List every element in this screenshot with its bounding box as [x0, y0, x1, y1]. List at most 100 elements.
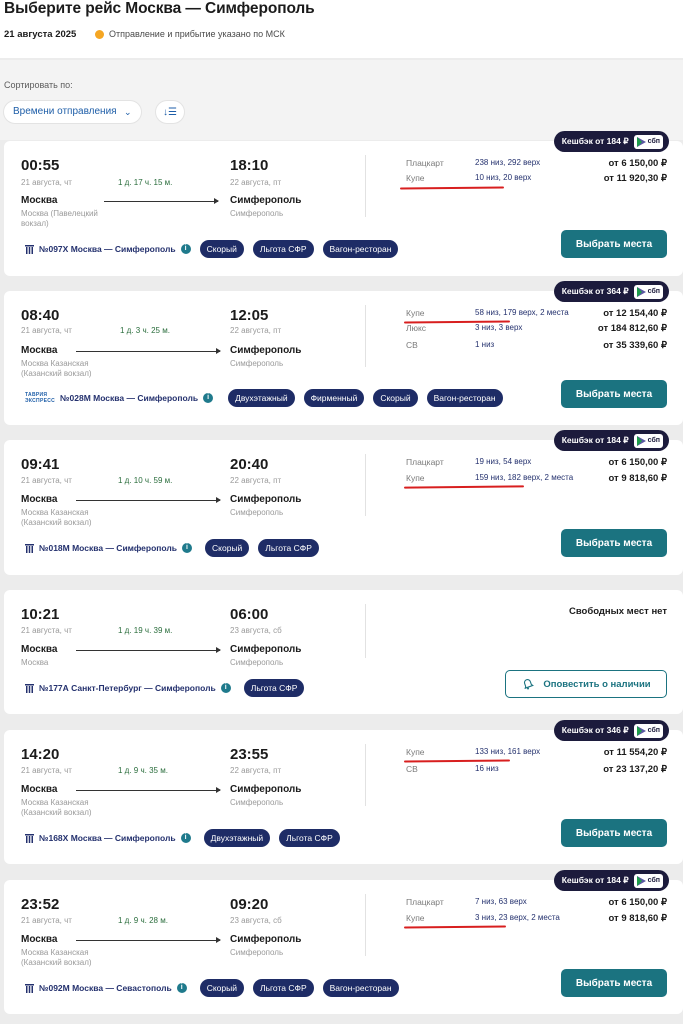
from-city: Москва [21, 494, 58, 505]
seat-price[interactable]: от 11 920,30 ₽ [604, 173, 667, 184]
sbp-logo-icon: сбп [633, 134, 663, 149]
info-icon[interactable]: i [220, 683, 231, 693]
timezone-note: Отправление и прибытие указано по МСК [95, 29, 285, 39]
sort-select[interactable]: Времени отправления ⌄ [4, 101, 141, 123]
to-city: Симферополь [230, 494, 302, 505]
arrival-date: 22 августа, пт [230, 178, 282, 187]
tag-badge: Вагон-ресторан [322, 979, 399, 997]
seat-price[interactable]: от 6 150,00 ₽ [608, 158, 667, 169]
tag-badge: Двухэтажный [203, 829, 271, 847]
seat-price[interactable]: от 9 818,60 ₽ [608, 473, 667, 484]
highlight-underline [403, 925, 507, 929]
train-number[interactable]: №097Х Москва — Симферополь [39, 244, 176, 254]
to-station: Симферополь [230, 508, 284, 517]
tag-badge: Льгота СФР [253, 979, 314, 997]
notify-availability-button[interactable]: Оповестить о наличии [505, 670, 667, 698]
departure-time: 09:41 [21, 456, 60, 473]
notify-label: Оповестить о наличии [543, 678, 651, 690]
seat-class-label[interactable]: Купе [406, 173, 425, 183]
chevron-down-icon: ⌄ [124, 107, 132, 117]
arrival-time: 23:55 [230, 746, 269, 763]
to-city: Симферополь [230, 345, 302, 356]
seat-availability: 3 низ, 3 верх [475, 323, 523, 332]
info-icon[interactable]: i [182, 543, 193, 553]
to-station: Симферополь [230, 798, 284, 807]
from-station: Москва Казанская (Казанский вокзал) [21, 948, 92, 967]
travel-duration: 1 д. 19 ч. 39 м. [118, 626, 173, 635]
train-number[interactable]: №028М Москва — Симферополь [60, 393, 198, 403]
seat-price[interactable]: от 6 150,00 ₽ [608, 457, 667, 468]
train-card: 10:21 21 августа, чт 1 д. 19 ч. 39 м. 06… [4, 590, 683, 714]
train-number[interactable]: №018М Москва — Симферополь [39, 543, 177, 553]
arrival-time: 12:05 [230, 307, 269, 324]
seat-class-label[interactable]: Люкс [406, 323, 426, 333]
tag-badge: Льгота СФР [252, 240, 314, 258]
arrival-time: 09:20 [230, 896, 269, 913]
select-seats-button[interactable]: Выбрать места [561, 380, 667, 408]
select-seats-button[interactable]: Выбрать места [561, 529, 667, 557]
seat-class-label[interactable]: Плацкарт [406, 897, 444, 907]
tag-badge: Льгота СФР [243, 679, 305, 697]
seat-class-label[interactable]: Купе [406, 308, 425, 318]
train-number[interactable]: №092М Москва — Севастополь [39, 983, 172, 993]
seat-price[interactable]: от 12 154,40 ₽ [603, 308, 667, 319]
departure-date: 21 августа, чт [21, 326, 72, 335]
cashback-text: Кешбэк от 184 ₽ [561, 435, 629, 445]
sbp-logo-icon: сбп [633, 433, 663, 448]
sort-select-value: Времени отправления [13, 106, 117, 117]
rzd-logo-icon [25, 683, 34, 693]
train-number[interactable]: №177А Санкт-Петербург — Симферополь [39, 683, 216, 693]
seat-price[interactable]: от 23 137,20 ₽ [603, 764, 667, 775]
departure-date: 21 августа, чт [21, 626, 72, 635]
info-icon[interactable]: i [203, 393, 214, 403]
seat-price[interactable]: от 11 554,20 ₽ [604, 747, 667, 758]
select-seats-button[interactable]: Выбрать места [561, 819, 667, 847]
tag-badge: Вагон-ресторан [322, 240, 399, 258]
seat-class-label[interactable]: Купе [406, 913, 425, 923]
seat-price[interactable]: от 184 812,60 ₽ [598, 323, 667, 334]
from-station: Москва [21, 658, 49, 667]
train-info: №168Х Москва — Симферополь i Двухэтажный… [25, 829, 340, 847]
seat-class-label[interactable]: Купе [406, 747, 425, 757]
seat-price[interactable]: от 6 150,00 ₽ [608, 897, 667, 908]
select-seats-button[interactable]: Выбрать места [561, 230, 667, 258]
to-city: Симферополь [230, 934, 302, 945]
departure-time: 08:40 [21, 307, 60, 324]
route-arrow-icon [76, 348, 221, 354]
bell-icon [524, 679, 535, 690]
from-city: Москва [21, 644, 58, 655]
cashback-badge: Кешбэк от 364 ₽ сбп [553, 281, 669, 302]
no-seats-text: Свободных мест нет [568, 606, 667, 617]
rzd-logo-icon [25, 833, 34, 843]
select-seats-button[interactable]: Выбрать места [561, 969, 667, 997]
cashback-badge: Кешбэк от 184 ₽ сбп [553, 131, 669, 152]
travel-duration: 1 д. 3 ч. 25 м. [120, 326, 170, 335]
seat-availability: 238 низ, 292 верх [475, 158, 541, 167]
sort-order-button[interactable]: ↓☰ [156, 101, 184, 123]
cashback-badge: Кешбэк от 346 ₽ сбп [553, 720, 669, 741]
arrival-date: 22 августа, пт [230, 766, 282, 775]
tag-badge: Скорый [199, 240, 244, 258]
train-number[interactable]: №168Х Москва — Симферополь [39, 833, 176, 843]
seat-class-label[interactable]: Плацкарт [406, 158, 444, 168]
info-icon[interactable]: i [176, 983, 187, 993]
seat-class-label[interactable]: Купе [406, 473, 425, 483]
info-icon[interactable]: i [180, 244, 191, 254]
seat-availability: 58 низ, 179 верх, 2 места [475, 308, 569, 317]
highlight-underline [403, 485, 525, 489]
seat-price[interactable]: от 9 818,60 ₽ [608, 913, 667, 924]
tag-badge: Фирменный [303, 389, 365, 407]
arrival-time: 18:10 [230, 157, 269, 174]
seat-class-label[interactable]: СВ [406, 340, 418, 350]
sbp-logo-icon: сбп [633, 723, 663, 738]
arrival-time: 06:00 [230, 606, 269, 623]
from-city: Москва [21, 934, 58, 945]
seat-class-label[interactable]: Плацкарт [406, 457, 444, 467]
timezone-note-text: Отправление и прибытие указано по МСК [109, 29, 285, 39]
route-arrow-icon [76, 937, 221, 943]
seat-price[interactable]: от 35 339,60 ₽ [603, 340, 667, 351]
to-station: Симферополь [230, 209, 284, 218]
seat-class-label[interactable]: СВ [406, 764, 418, 774]
tag-badge: Скорый [205, 539, 250, 557]
info-icon[interactable]: i [180, 833, 191, 843]
